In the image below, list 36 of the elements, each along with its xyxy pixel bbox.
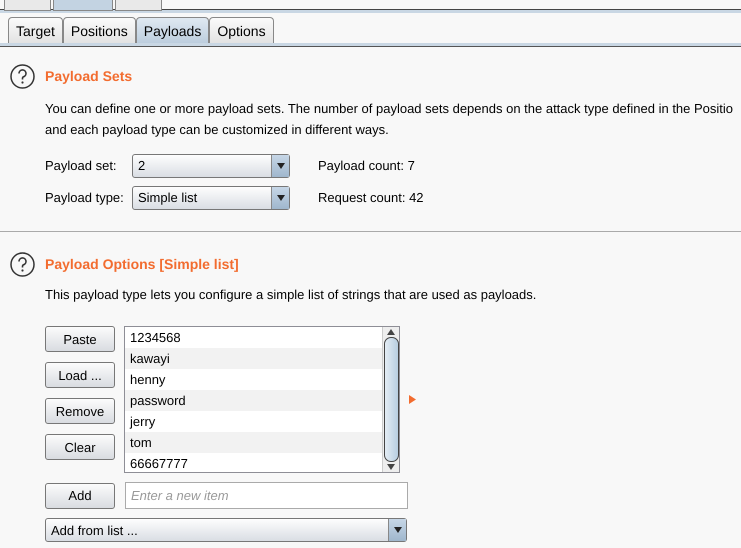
- add-button[interactable]: Add: [45, 482, 115, 508]
- tab[interactable]: Target: [8, 17, 63, 43]
- caret-icon: [394, 527, 402, 533]
- info-text: Payload count: 7: [318, 158, 415, 173]
- tab[interactable]: Options: [209, 17, 274, 43]
- description-text: and each payload type can be customized in different ways.: [45, 121, 390, 139]
- input-field[interactable]: Enter a new item: [125, 482, 408, 509]
- list-item[interactable]: kawayi: [125, 348, 382, 369]
- tab[interactable]: Positions: [62, 17, 136, 43]
- info-text: Request count: 42: [318, 190, 424, 205]
- field-label: Payload type:: [45, 190, 125, 205]
- field-label: Payload set:: [45, 158, 118, 173]
- section-title: Payload Options [Simple list]: [45, 256, 239, 272]
- list-button[interactable]: Remove: [45, 398, 115, 424]
- tab[interactable]: [4, 0, 51, 11]
- help-icon[interactable]: [10, 64, 35, 88]
- list-button[interactable]: Clear: [45, 434, 115, 460]
- tab[interactable]: Payloads: [136, 17, 210, 43]
- list-button[interactable]: Load ...: [45, 362, 115, 388]
- list-item[interactable]: tom: [125, 432, 382, 453]
- caret-icon: [276, 162, 284, 168]
- section-title: Payload Sets: [45, 68, 132, 84]
- description-text: This payload type lets you configure a simple list of strings that are used as payloads.: [45, 286, 538, 304]
- scroll-down-icon[interactable]: [387, 464, 395, 470]
- dropdown[interactable]: 2: [132, 154, 290, 178]
- list-button[interactable]: Paste: [45, 326, 115, 352]
- description-text: You can define one or more payload sets. The number of payload sets depends on the attack type defined in the Positio: [45, 100, 734, 118]
- scroll-up-icon[interactable]: [387, 329, 395, 335]
- help-icon[interactable]: [10, 252, 35, 276]
- dropdown[interactable]: Simple list: [132, 186, 290, 210]
- dropdown[interactable]: Add from list ...: [45, 518, 407, 542]
- scrollbar[interactable]: [382, 327, 399, 472]
- tab[interactable]: [115, 0, 162, 11]
- list-item[interactable]: password: [125, 390, 382, 411]
- pointer-icon: [409, 395, 416, 404]
- caret-icon: [276, 194, 284, 200]
